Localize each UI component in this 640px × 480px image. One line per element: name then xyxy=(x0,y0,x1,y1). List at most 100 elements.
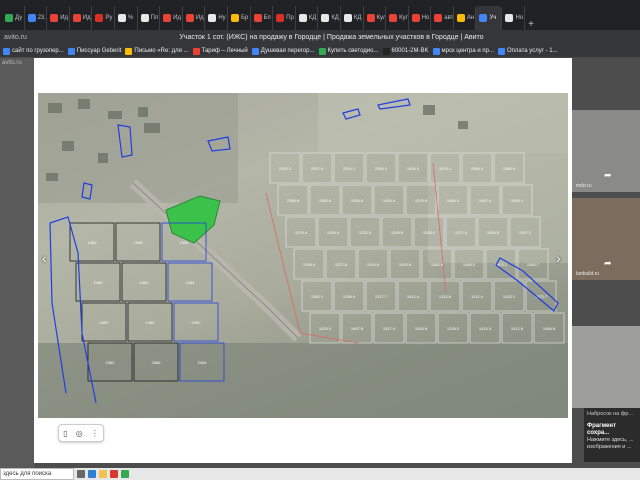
tab-favicon-icon xyxy=(479,14,488,22)
tab-favicon-icon xyxy=(389,14,398,22)
tab-favicon-icon xyxy=(276,14,285,22)
lot-area-label: 1415.3 xyxy=(479,326,492,331)
side-thumbnail-3[interactable] xyxy=(572,326,640,408)
thumbnail-caption: mdo.ru xyxy=(576,183,592,189)
toast-body: Нажмите здесь, ... изображения и ... xyxy=(587,437,634,450)
edge-icon[interactable] xyxy=(88,470,96,478)
folder-icon[interactable] xyxy=(99,470,107,478)
previous-image-arrow[interactable]: ‹ xyxy=(42,250,47,266)
browser-tab[interactable]: КД xyxy=(341,6,364,30)
taskbar-search-box[interactable]: здесь для поиска xyxy=(0,468,74,480)
lot-area-label: 1271.4 xyxy=(455,230,468,235)
bookmark-label: мрск центра и пр... xyxy=(441,48,494,54)
side-thumbnail-2[interactable]: ➦ lanbuild.ru xyxy=(572,198,640,280)
tab-label: Кул xyxy=(376,15,387,21)
tab-favicon-icon xyxy=(321,14,330,22)
lot-area-label: 1254.8 xyxy=(351,198,364,203)
lot-area-label: 1432.1 xyxy=(503,294,516,299)
task-view-icon[interactable] xyxy=(77,470,85,478)
browser-tab[interactable]: Ан xyxy=(454,6,477,30)
lot-area-label: 2314.1 xyxy=(343,166,356,171)
bookmark-item[interactable]: сайт по грузопер... xyxy=(3,47,64,55)
bookmark-item[interactable]: 60001-2M-BK xyxy=(382,47,429,55)
browser-tab[interactable]: КД xyxy=(318,6,341,30)
browser-tab[interactable]: Но xyxy=(502,6,526,30)
tab-favicon-icon xyxy=(505,14,514,22)
chrome-icon[interactable] xyxy=(121,470,129,478)
tab-label: Ру xyxy=(105,15,113,21)
lot-area-label: 1460 xyxy=(88,240,98,245)
lot-area-label: 1376.8 xyxy=(415,198,428,203)
tab-label: авт xyxy=(444,15,454,21)
browser-tab[interactable]: Уч xyxy=(476,6,503,30)
next-image-arrow[interactable]: › xyxy=(556,250,561,266)
url-text[interactable]: avito.ru xyxy=(4,34,27,41)
bookmark-item[interactable]: Тариф – Лечный xyxy=(192,47,248,55)
tab-label: Но xyxy=(515,15,524,21)
browser-tab[interactable]: Но xyxy=(409,6,432,30)
tab-label: Ид xyxy=(60,15,69,21)
browser-tab[interactable]: Ду xyxy=(2,6,25,30)
browser-tab[interactable]: Пр xyxy=(273,6,296,30)
share-icon[interactable]: ➦ xyxy=(604,170,612,181)
snip-notification[interactable]: Набросок на фр... Фрагмент сохра... Нажм… xyxy=(584,408,640,462)
lot-area-label: 1380.4 xyxy=(503,166,516,171)
bookmark-favicon-icon xyxy=(3,47,10,55)
browser-tab[interactable]: авт xyxy=(431,6,454,30)
more-vertical-icon[interactable]: ⋮ xyxy=(91,429,99,438)
browser-tab[interactable]: Ру xyxy=(92,6,115,30)
browser-tab[interactable]: Бр xyxy=(228,6,251,30)
bookmark-icon[interactable]: ▯ xyxy=(63,429,67,438)
share-icon[interactable]: ➦ xyxy=(604,258,612,269)
bookmark-item[interactable]: Оплата услуг - 1... xyxy=(498,47,558,55)
bookmark-item[interactable]: Душевая перегор... xyxy=(251,47,315,55)
lot-area-label: 1448.2 xyxy=(463,262,476,267)
new-tab-button[interactable]: + xyxy=(525,19,537,30)
browser-tab[interactable]: Ид xyxy=(183,6,206,30)
toast-title: Фрагмент сохра... xyxy=(587,423,616,436)
browser-tab[interactable]: Ид xyxy=(160,6,183,30)
camera-icon[interactable]: ◎ xyxy=(76,429,83,438)
tab-label: Кул xyxy=(399,15,409,21)
address-bar[interactable]: avito.ru Участок 1 сот. (ИЖС) на продажу… xyxy=(0,30,640,45)
tab-label: Ид xyxy=(195,15,204,21)
bookmark-label: Купить светодио... xyxy=(327,48,379,54)
lot-area-label: 1425.3 xyxy=(319,326,332,331)
lot-area-label: 1226.2 xyxy=(447,326,460,331)
bookmark-item[interactable]: мрск центра и пр... xyxy=(432,47,494,55)
side-thumbnail-1[interactable]: ➦ mdo.ru xyxy=(572,110,640,192)
lot-area-label: 1325.4 xyxy=(423,230,436,235)
bookmark-favicon-icon xyxy=(382,47,390,55)
tab-label: КД xyxy=(331,15,339,21)
browser-tab[interactable]: Ид xyxy=(70,6,93,30)
browser-tab[interactable]: Кул xyxy=(364,6,387,30)
browser-tab[interactable]: КД xyxy=(296,6,319,30)
tab-label: % xyxy=(127,15,134,21)
browser-tab[interactable]: % xyxy=(115,6,138,30)
browser-tab[interactable]: Пл xyxy=(138,6,161,30)
image-viewer-modal: 2292.2 2312.4 2314.1 2316.1 1436.0 1574.1 2284… xyxy=(34,58,572,463)
bookmark-item[interactable]: Письмо «Re: для ... xyxy=(125,47,189,55)
tab-favicon-icon xyxy=(208,14,217,22)
bookmarks-bar: сайт по грузопер... Писсуар Geberit Письмо… xyxy=(0,45,640,58)
browser-tab[interactable]: 23. xyxy=(25,6,48,30)
tab-label: Ид xyxy=(82,15,91,21)
page-content: avito.ru 2292.2 2312.4 2314.1 2316.1 143… xyxy=(0,58,640,468)
tab-favicon-icon xyxy=(117,14,126,22)
tab-favicon-icon xyxy=(434,14,443,22)
lot-area-label: 1362.8 xyxy=(431,262,444,267)
bookmark-item[interactable]: Писсуар Geberit xyxy=(67,47,122,55)
browser-tab[interactable]: Ну xyxy=(205,6,228,30)
bookmark-label: Писсуар Geberit xyxy=(76,48,122,54)
lot-area-label: 1457.8 xyxy=(351,326,364,331)
tab-label: Бп xyxy=(263,15,271,21)
app-icon[interactable] xyxy=(110,470,118,478)
lot-area-label: 2490 xyxy=(100,320,110,325)
lot-area-label: 1497.4 xyxy=(479,198,492,203)
browser-tab[interactable]: Бп xyxy=(251,6,274,30)
browser-tab[interactable]: Кул xyxy=(386,6,409,30)
tab-favicon-icon xyxy=(411,14,420,22)
bookmark-label: сайт по грузопер... xyxy=(12,48,64,54)
bookmark-item[interactable]: Купить светодио... xyxy=(318,47,379,55)
browser-tab[interactable]: Ид xyxy=(47,6,70,30)
